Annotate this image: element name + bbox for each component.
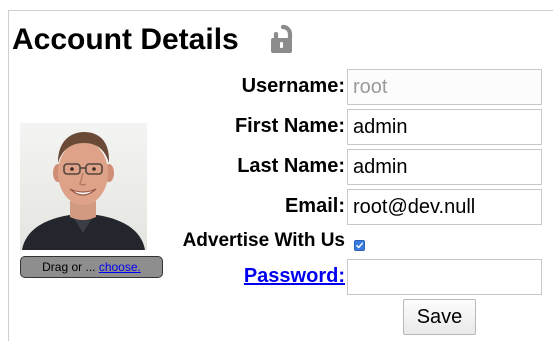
username-label: Username: (241, 75, 345, 97)
first-name-label: First Name: (234, 115, 345, 137)
checkmark-icon (356, 242, 363, 249)
unlocked-padlock-icon[interactable] (266, 24, 300, 56)
avatar-upload-dropzone[interactable]: Drag or ... choose. (20, 256, 163, 278)
save-button[interactable]: Save (403, 299, 476, 335)
password-field[interactable] (347, 259, 542, 295)
email-field[interactable]: root@dev.null (347, 189, 542, 225)
username-field: root (347, 69, 542, 105)
advertise-checkbox[interactable] (354, 240, 365, 251)
last-name-field[interactable]: admin (347, 149, 542, 185)
choose-file-link[interactable]: choose. (99, 260, 141, 274)
last-name-label: Last Name: (237, 155, 345, 177)
advertise-label: Advertise With Us (182, 230, 345, 251)
email-label: Email: (284, 195, 345, 217)
first-name-field[interactable]: admin (347, 109, 542, 145)
drag-text: Drag or ... (42, 260, 99, 274)
page-title: Account Details (12, 23, 239, 56)
user-avatar-photo (20, 123, 147, 250)
password-link[interactable]: Password: (244, 264, 345, 288)
